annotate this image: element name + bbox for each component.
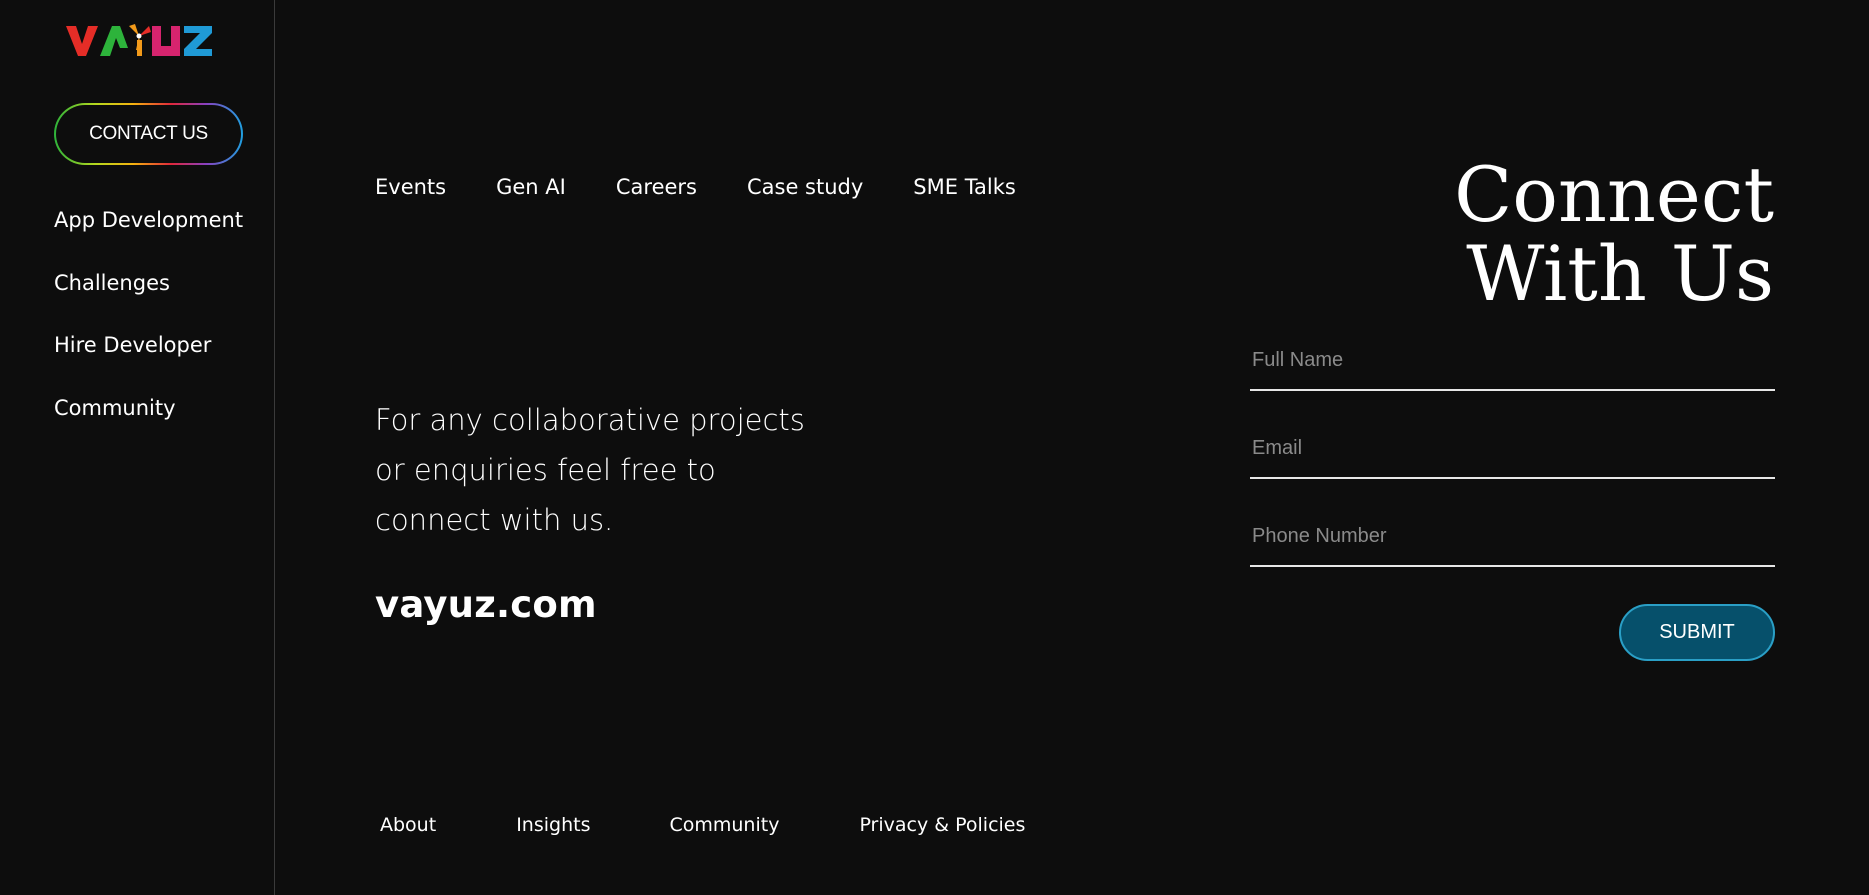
footer-link-insights[interactable]: Insights: [516, 814, 590, 836]
phone-number-field[interactable]: [1250, 516, 1775, 567]
connect-title: Connect With Us: [1454, 155, 1774, 313]
nav-link-sme-talks[interactable]: SME Talks: [913, 175, 1016, 199]
email-field[interactable]: [1250, 428, 1775, 479]
top-nav: Events Gen AI Careers Case study SME Tal…: [375, 175, 1066, 199]
footer-link-about[interactable]: About: [380, 814, 436, 836]
vayuz-logo[interactable]: [64, 18, 214, 62]
full-name-field[interactable]: [1250, 340, 1775, 391]
footer-nav: About Insights Community Privacy & Polic…: [380, 814, 1025, 836]
sidebar-item-app-development[interactable]: App Development: [54, 203, 243, 266]
sidebar-nav: App Development Challenges Hire Develope…: [54, 203, 243, 453]
submit-button[interactable]: SUBMIT: [1619, 604, 1775, 661]
connect-title-line2: With Us: [1466, 229, 1774, 318]
nav-link-gen-ai[interactable]: Gen AI: [496, 175, 566, 199]
nav-link-case-study[interactable]: Case study: [747, 175, 863, 199]
contact-us-label: CONTACT US: [56, 105, 241, 163]
nav-link-events[interactable]: Events: [375, 175, 446, 199]
sidebar: CONTACT US App Development Challenges Hi…: [0, 0, 275, 895]
footer-link-privacy-policies[interactable]: Privacy & Policies: [859, 814, 1025, 836]
contact-form: [1250, 340, 1775, 604]
contact-tagline: For any collaborative projects or enquir…: [375, 403, 805, 537]
nav-link-careers[interactable]: Careers: [616, 175, 697, 199]
sidebar-item-challenges[interactable]: Challenges: [54, 266, 243, 329]
footer-link-community[interactable]: Community: [669, 814, 779, 836]
site-domain[interactable]: vayuz.com: [375, 583, 597, 626]
contact-us-button[interactable]: CONTACT US: [54, 103, 243, 165]
sidebar-item-hire-developer[interactable]: Hire Developer: [54, 328, 243, 391]
sidebar-item-community[interactable]: Community: [54, 391, 243, 454]
connect-title-line1: Connect: [1454, 150, 1774, 239]
